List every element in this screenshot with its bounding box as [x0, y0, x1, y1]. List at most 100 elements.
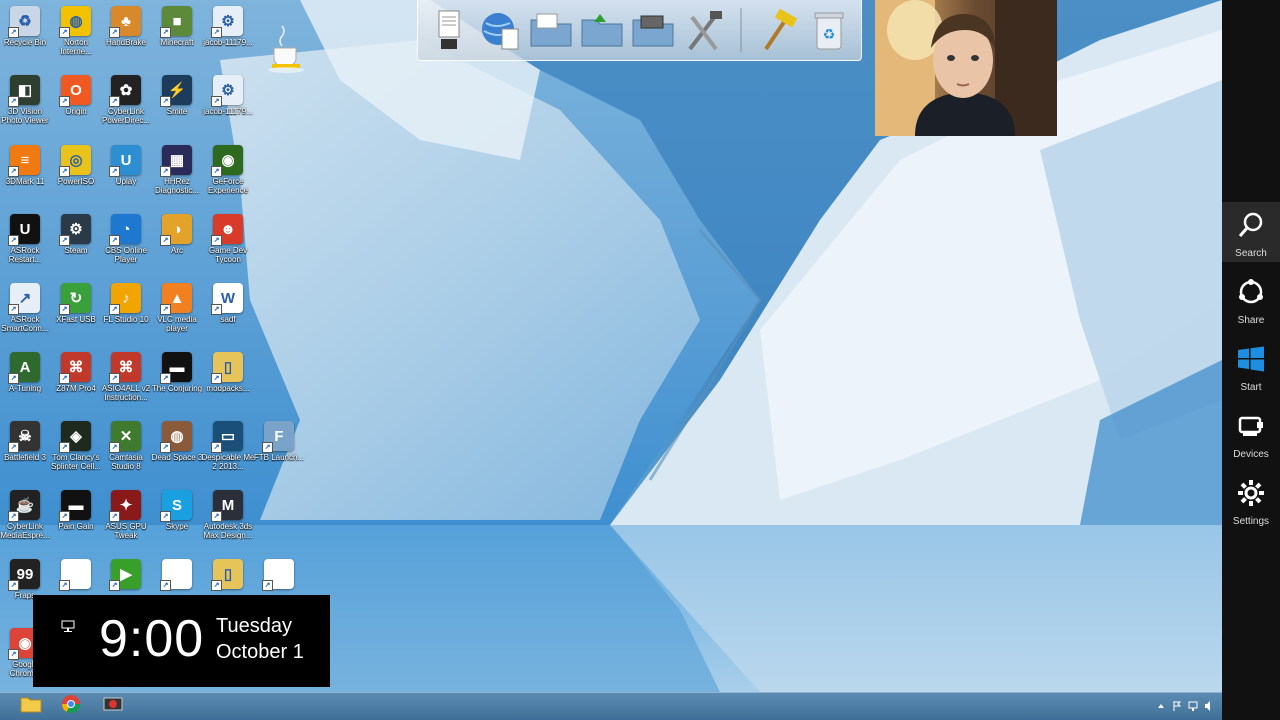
desktop-icon[interactable]: A ↗ A-Tuning	[0, 352, 50, 393]
desktop-icon[interactable]: ▬ ↗ The Conjuring	[152, 352, 202, 393]
desktop-icon-grid: ♻ ↗ Recycle Bin ◍ ↗ Norton Interne... ♣ ↗ HandBr…	[0, 0, 310, 690]
desktop-icon[interactable]: ↻ ↗ XFast USB	[51, 283, 101, 324]
desktop-icon[interactable]: ◔ ↗ CBS Online Player	[101, 214, 151, 264]
tray-arrow-icon[interactable]	[1156, 699, 1166, 711]
desktop-icon[interactable]: ◎ ↗ PowerISO	[51, 145, 101, 186]
desktop-icon[interactable]: ⚙ ↗ Steam	[51, 214, 101, 255]
gpu-tweak-icon: ✦ ↗	[109, 490, 141, 522]
flag-icon[interactable]	[1172, 699, 1182, 711]
desktop-icon[interactable]: M ↗ Autodesk 3ds Max Design...	[203, 490, 253, 540]
dock-folder-icon[interactable]	[528, 7, 574, 53]
desktop-icon[interactable]: ✦ ↗ ASUS GPU Tweak	[101, 490, 151, 540]
desktop-icon[interactable]: ↗	[254, 559, 304, 591]
desktop-icon-label: Origin	[65, 107, 87, 116]
desktop-icon[interactable]: ☕ ↗ CyberLink MediaEspre...	[0, 490, 50, 540]
desktop-icon[interactable]: ◈ ↗ Tom Clancy's Splinter Cell...	[51, 421, 101, 471]
charm-label: Settings	[1232, 516, 1270, 527]
network-icon	[61, 619, 75, 633]
desktop-icon[interactable]: ▲ ↗ VLC media player	[152, 283, 202, 333]
desktop-icon[interactable]: 99 ↗ Fraps	[0, 559, 50, 600]
desktop-icon[interactable]: ▦ ↗ HHRez Diagnostic...	[152, 145, 202, 195]
shortcut-arrow-icon: ↗	[8, 304, 19, 315]
shortcut-arrow-icon: ↗	[59, 166, 70, 177]
taskbar-camtasia-recorder[interactable]	[94, 694, 132, 719]
desktop-icon[interactable]: ⚙ ↗ jacob-11179...	[203, 75, 253, 116]
desktop-icon-label: Uplay	[115, 177, 137, 186]
desktop-icon[interactable]: ↗	[51, 559, 101, 591]
desktop-icon[interactable]: ≡ ↗ 3DMark 11	[0, 145, 50, 186]
desktop-icon-label: The Conjuring	[151, 384, 203, 393]
taskbar-file-explorer[interactable]	[12, 694, 50, 719]
desktop-icon[interactable]: ⌘ ↗ ASIO4ALL v2 Instruction...	[101, 352, 151, 402]
a-tuning-icon: A ↗	[8, 352, 40, 384]
desktop-icon[interactable]: ▭ ↗ Despicable Me 2 2013...	[202, 421, 254, 471]
shortcut-arrow-icon: ↗	[211, 304, 222, 315]
dock-hammer-icon[interactable]	[755, 7, 801, 53]
video-file-icon: ▭ ↗	[211, 421, 243, 453]
shortcut-arrow-icon: ↗	[59, 235, 70, 246]
pineapple-icon: ♣ ↗	[109, 6, 141, 38]
charm-settings[interactable]: Settings	[1222, 470, 1280, 530]
shortcut-arrow-icon: ↗	[59, 580, 70, 591]
shortcut-arrow-icon: ↗	[8, 580, 19, 591]
desktop-icon[interactable]: F ↗ FTB Launch...	[254, 421, 304, 462]
media-player-icon: ▶ ↗	[109, 559, 141, 591]
desktop-icon-label: Arc	[171, 246, 183, 255]
origin-icon: O ↗	[59, 75, 91, 107]
charm-share[interactable]: Share	[1222, 269, 1280, 329]
desktop-icon[interactable]: U ↗ ASRock Restart...	[0, 214, 50, 264]
desktop-icon[interactable]: S ↗ Skype	[152, 490, 202, 531]
desktop-icon[interactable]: ⚡ ↗ Smite	[152, 75, 202, 116]
desktop-icon[interactable]: O ↗ Origin	[51, 75, 101, 116]
desktop-icon[interactable]: ⚙ ↗ jacob-11179...	[203, 6, 253, 47]
devices-icon	[1237, 412, 1265, 445]
desktop-icon[interactable]: U ↗ Uplay	[101, 145, 151, 186]
dock-drive-icon[interactable]	[630, 7, 676, 53]
desktop-icon[interactable]: ◉ ↗ GeForce Experience	[203, 145, 253, 195]
desktop-icon[interactable]: ✕ ↗ Camtasia Studio 8	[101, 421, 151, 471]
desktop-icon[interactable]: ▶ ↗	[101, 559, 151, 591]
desktop-icon[interactable]: ■ ↗ Minecraft	[152, 6, 202, 47]
gear-icon	[1237, 479, 1265, 512]
desktop-icon[interactable]: ◍ ↗ Norton Interne...	[51, 6, 101, 56]
desktop-icon[interactable]: ☠ ↗ Battlefield 3	[0, 421, 50, 462]
desktop-icon[interactable]: ▯ ↗	[203, 559, 253, 591]
charm-start[interactable]: Start	[1222, 336, 1280, 396]
desktop-icon[interactable]: ◑ ↗ Arc	[152, 214, 202, 255]
share-icon	[1237, 278, 1265, 311]
shortcut-arrow-icon: ↗	[160, 166, 171, 177]
shortcut-arrow-icon: ↗	[59, 442, 70, 453]
charms-clock-panel: 9:00 Tuesday October 1	[33, 595, 330, 687]
disc-icon: ◎ ↗	[59, 145, 91, 177]
desktop-icon[interactable]: ▯ ↗ modpacks...	[203, 352, 253, 393]
zip-folder-icon: ▯ ↗	[211, 559, 243, 591]
network-tray-icon[interactable]	[1188, 699, 1198, 711]
dock-document-icon[interactable]	[426, 7, 472, 53]
charm-search[interactable]: Search	[1222, 202, 1280, 262]
volume-icon[interactable]	[1204, 699, 1214, 711]
desktop-icon[interactable]: ◍ ↗ Dead Space 3	[152, 421, 202, 462]
desktop-icon[interactable]: ♣ ↗ HandBrake	[101, 6, 151, 47]
desktop-icon[interactable]: ◧ ↗ 3D Vision Photo Viewer	[0, 75, 50, 125]
desktop-icon[interactable]: ✿ ↗ CyberLink PowerDirec...	[101, 75, 151, 125]
dock-recycle-bin-icon[interactable]: ♻	[806, 7, 852, 53]
desktop-icon[interactable]: W ↗ sadf	[203, 283, 253, 324]
document-icon: ⚙ ↗	[211, 6, 243, 38]
desktop-icon[interactable]: ♻ ↗ Recycle Bin	[0, 6, 50, 47]
desktop-icon[interactable]: ▬ ↗ Pain Gain	[51, 490, 101, 531]
taskbar-chrome[interactable]	[52, 694, 90, 719]
fraps-icon: 99 ↗	[8, 559, 40, 591]
charm-devices[interactable]: Devices	[1222, 403, 1280, 463]
desktop-icon-label: modpacks...	[206, 384, 250, 393]
desktop-icon-label: VLC media player	[157, 315, 197, 333]
desktop-icon[interactable]: ♪ ↗ FL Studio 10	[101, 283, 151, 324]
dock-tools-icon[interactable]	[681, 7, 727, 53]
dock-globe-icon[interactable]	[477, 7, 523, 53]
desktop-icon-label: XFast USB	[56, 315, 96, 324]
desktop-icon[interactable]: ☻ ↗ Game Dev Tycoon	[203, 214, 253, 264]
desktop-icon[interactable]: ⌘ ↗ Z87M Pro4	[51, 352, 101, 393]
desktop-icon[interactable]: ↗	[152, 559, 202, 591]
desktop-icon[interactable]: ↗ ↗ ASRock SmartConn...	[0, 283, 50, 333]
shortcut-arrow-icon: ↗	[8, 511, 19, 522]
dock-folder-icon[interactable]	[579, 7, 625, 53]
